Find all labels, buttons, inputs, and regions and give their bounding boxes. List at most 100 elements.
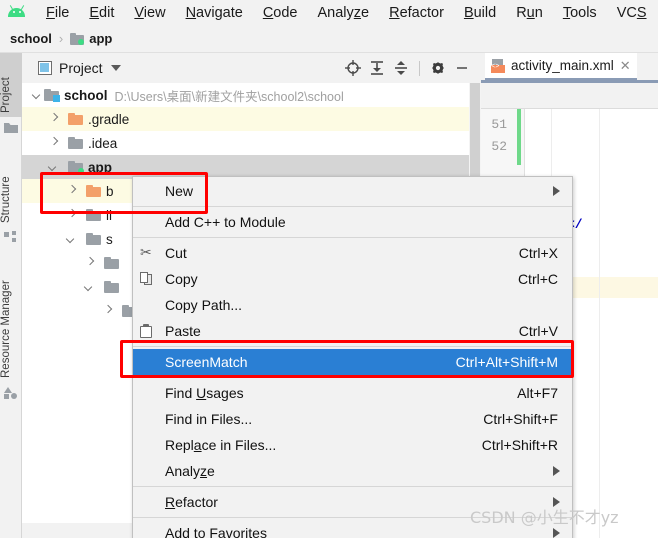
menu-item-label: Replace in Files...: [165, 437, 277, 453]
menu-item-label: Paste: [165, 323, 201, 339]
menu-separator: [133, 517, 572, 518]
chevron-right-icon[interactable]: [102, 305, 114, 317]
editor-toolbar: [481, 83, 658, 109]
tab-activity-main-xml[interactable]: activity_main.xml ✕: [485, 53, 637, 80]
menu-item-label: Refactor: [165, 494, 218, 510]
menu-item-label: Add C++ to Module: [165, 214, 286, 230]
folder-grey-icon: [86, 233, 101, 245]
sidebar-item-structure[interactable]: Structure: [0, 149, 22, 227]
context-menu[interactable]: New Add C++ to Module ✂ Cut Ctrl+X Copy …: [132, 176, 573, 538]
line-number: 52: [491, 139, 507, 154]
project-panel-header: Project: [22, 53, 481, 83]
project-panel-toolbar: [342, 53, 473, 83]
menu-item-label: Analyze: [165, 463, 215, 479]
chevron-right-icon[interactable]: [66, 185, 78, 197]
chevron-down-icon[interactable]: [84, 281, 96, 293]
menu-item-refactor[interactable]: Refactor: [133, 489, 572, 515]
menu-item-new[interactable]: New: [133, 178, 572, 204]
menu-run[interactable]: Run: [506, 3, 553, 23]
tree-label: s: [106, 231, 113, 247]
android-studio-window: File Edit View Navigate Code Analyze Ref…: [0, 0, 658, 538]
menu-file[interactable]: File: [36, 3, 79, 23]
main-menu-bar: File Edit View Navigate Code Analyze Ref…: [0, 0, 658, 25]
submenu-arrow-icon: [553, 186, 560, 196]
menu-item-paste[interactable]: Paste Ctrl+V: [133, 318, 572, 344]
menu-item-find-in-files[interactable]: Find in Files... Ctrl+Shift+F: [133, 406, 572, 432]
tree-label: app: [88, 159, 113, 175]
menu-item-shortcut: Ctrl+V: [518, 323, 558, 339]
editor-tab-bar: activity_main.xml ✕: [481, 53, 658, 80]
tree-item-idea[interactable]: .idea: [22, 131, 469, 155]
folder-grey-icon: [104, 281, 119, 293]
tree-item-school[interactable]: school D:\Users\桌面\新建文件夹\school2\school: [22, 83, 469, 107]
menu-item-replace-in-files[interactable]: Replace in Files... Ctrl+Shift+R: [133, 432, 572, 458]
menu-item-label: ScreenMatch: [165, 354, 248, 370]
menu-item-label: Find in Files...: [165, 411, 253, 427]
menu-item-shortcut: Ctrl+Shift+R: [481, 437, 558, 453]
menu-build[interactable]: Build: [454, 3, 506, 23]
chevron-down-icon[interactable]: [66, 233, 78, 245]
module-folder-icon: [68, 161, 84, 174]
menu-item-shortcut: Ctrl+Alt+Shift+M: [455, 354, 558, 370]
line-number: 51: [491, 117, 507, 132]
menu-item-label: Add to Favorites: [165, 525, 267, 538]
menu-navigate[interactable]: Navigate: [176, 3, 253, 23]
menu-item-label: New: [165, 183, 194, 199]
project-panel-title: Project: [59, 60, 103, 76]
xml-file-icon: [491, 58, 505, 73]
menu-item-shortcut: Ctrl+X: [518, 245, 558, 261]
menu-tools[interactable]: Tools: [553, 3, 607, 23]
copy-icon: [137, 266, 161, 292]
submenu-arrow-icon: [553, 466, 560, 476]
menu-item-label: Find Usages: [165, 385, 244, 401]
menu-item-analyze[interactable]: Analyze: [133, 458, 572, 484]
menu-item-add-to-favorites[interactable]: Add to Favorites: [133, 520, 572, 538]
chevron-down-icon[interactable]: [32, 89, 44, 101]
module-folder-icon: [70, 32, 85, 45]
menu-analyze[interactable]: Analyze: [308, 3, 380, 23]
menu-item-label: Cut: [165, 245, 187, 261]
breadcrumb-root[interactable]: school: [10, 31, 52, 46]
menu-item-find-usages[interactable]: Find Usages Alt+F7: [133, 380, 572, 406]
chevron-down-icon[interactable]: [110, 65, 121, 71]
expand-all-icon[interactable]: [366, 57, 388, 79]
menu-separator: [133, 206, 572, 207]
locate-icon[interactable]: [342, 57, 364, 79]
collapse-all-icon[interactable]: [390, 57, 412, 79]
menu-refactor[interactable]: Refactor: [379, 3, 454, 23]
sidebar-item-project[interactable]: Project: [0, 53, 22, 117]
menu-item-copy[interactable]: Copy Ctrl+C: [133, 266, 572, 292]
chevron-right-icon[interactable]: [48, 137, 60, 149]
menu-item-add-cpp-to-module[interactable]: Add C++ to Module: [133, 209, 572, 235]
menu-item-screenmatch[interactable]: ScreenMatch Ctrl+Alt+Shift+M: [133, 349, 572, 375]
settings-gear-icon[interactable]: [427, 57, 449, 79]
sidebar-item-resource-manager[interactable]: Resource Manager: [0, 257, 22, 382]
menu-vcs[interactable]: VCS: [607, 3, 657, 23]
close-icon[interactable]: ✕: [620, 58, 631, 74]
hide-panel-icon[interactable]: [451, 57, 473, 79]
breadcrumb-current[interactable]: app: [89, 31, 112, 46]
resource-manager-icon: [4, 386, 18, 399]
menu-item-shortcut: Alt+F7: [517, 385, 558, 401]
menu-view[interactable]: View: [124, 3, 175, 23]
menu-item-cut[interactable]: ✂ Cut Ctrl+X: [133, 240, 572, 266]
tab-label: activity_main.xml: [511, 58, 614, 73]
menu-code[interactable]: Code: [253, 3, 308, 23]
chevron-down-icon[interactable]: [48, 161, 60, 173]
menu-edit[interactable]: Edit: [79, 3, 124, 23]
submenu-arrow-icon: [553, 497, 560, 507]
chevron-right-icon[interactable]: [84, 257, 96, 269]
menu-item-shortcut: Ctrl+C: [517, 271, 558, 287]
project-window-icon: [38, 61, 52, 75]
chevron-right-icon[interactable]: [66, 209, 78, 221]
breadcrumb: school › app: [0, 25, 658, 53]
tree-item-gradle[interactable]: .gradle: [22, 107, 469, 131]
menu-separator: [133, 486, 572, 487]
cut-icon: ✂: [140, 245, 152, 261]
breadcrumb-separator: ›: [58, 31, 64, 46]
folder-grey-icon: [68, 137, 83, 149]
menu-item-copy-path[interactable]: Copy Path...: [133, 292, 572, 318]
folder-orange-icon: [86, 185, 101, 197]
chevron-right-icon[interactable]: [48, 113, 60, 125]
tree-project-path: D:\Users\桌面\新建文件夹\school2\school: [114, 89, 344, 104]
